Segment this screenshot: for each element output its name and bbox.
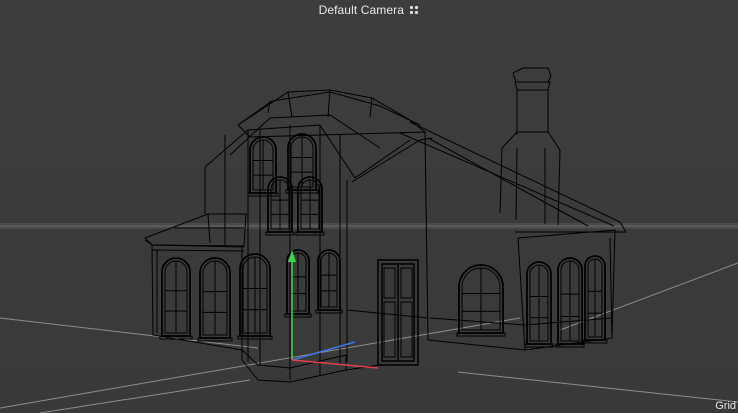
camera-selector[interactable]: Default Camera	[0, 3, 738, 17]
arched-window	[456, 264, 506, 337]
arched-window	[582, 255, 608, 344]
viewport-scene[interactable]	[0, 0, 738, 413]
arched-window	[237, 253, 273, 340]
horizon-line	[0, 223, 738, 229]
floor-grid	[0, 262, 738, 413]
camera-indicator-icon[interactable]	[409, 5, 419, 15]
arched-window	[159, 257, 193, 340]
front-door[interactable]	[377, 259, 419, 366]
3d-viewport[interactable]: Default Camera Grid	[0, 0, 738, 413]
arched-window	[197, 257, 233, 342]
grid-indicator: Grid	[715, 400, 736, 412]
arched-window	[247, 136, 279, 197]
camera-name[interactable]: Default Camera	[319, 3, 404, 17]
arched-window	[555, 257, 585, 348]
arched-window	[524, 261, 554, 348]
